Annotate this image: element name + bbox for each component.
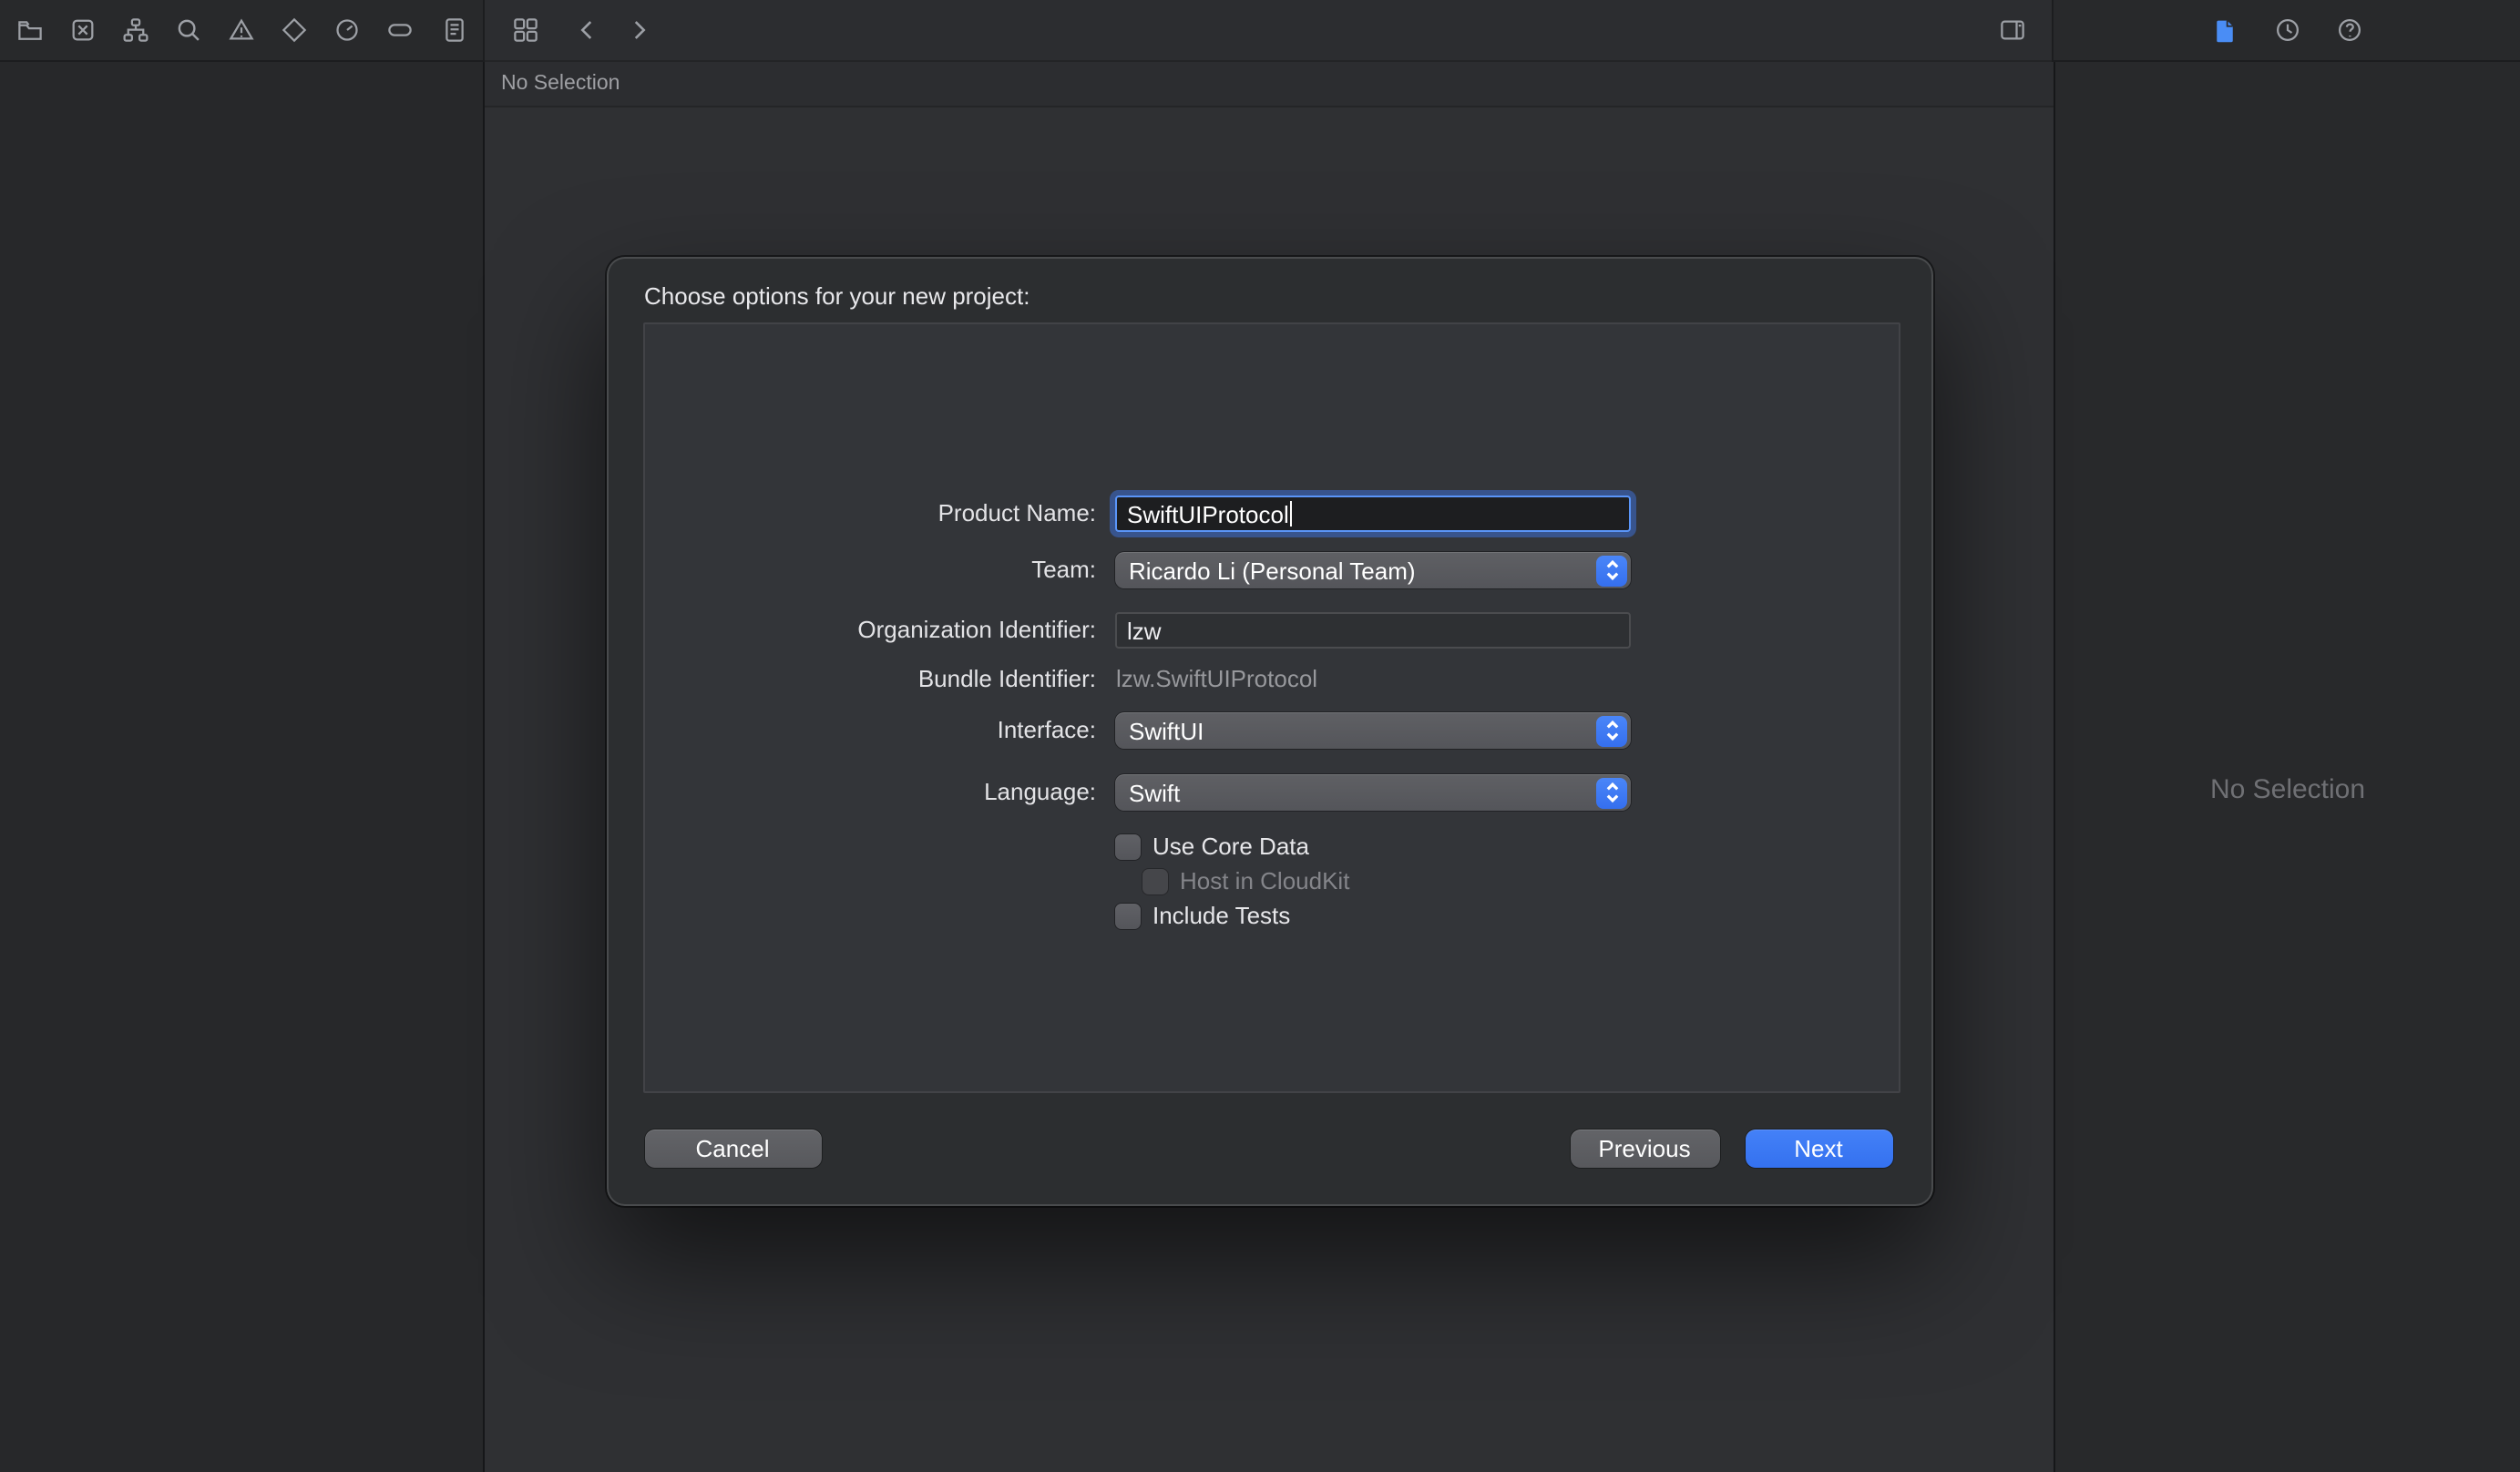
inspector-toolbar [2052,0,2520,62]
host-in-cloudkit-row: Host in CloudKit [644,867,1898,894]
report-doc-icon[interactable] [435,12,472,48]
navigator-sidebar[interactable] [0,62,485,1472]
bundle-identifier-label: Bundle Identifier: [644,661,1096,698]
forward-chevron-icon[interactable] [620,12,656,48]
jump-bar-text: No Selection [501,73,620,95]
capsule-icon[interactable] [383,12,419,48]
interface-row: Interface: SwiftUI [644,712,1898,749]
inspector-toggle-icon[interactable] [1993,12,2030,48]
organization-identifier-row: Organization Identifier: lzw [644,612,1898,649]
include-tests-row: Include Tests [644,902,1898,929]
organization-identifier-input[interactable]: lzw [1114,612,1630,649]
search-icon[interactable] [170,12,207,48]
use-core-data-row: Use Core Data [644,833,1898,860]
editor-grid-icon[interactable] [507,12,543,48]
new-project-options-dialog: Choose options for your new project: Pro… [606,257,1932,1206]
bundle-identifier-value: lzw.SwiftUIProtocol [1114,661,1630,698]
language-row: Language: Swift [644,774,1898,811]
cancel-button[interactable]: Cancel [644,1130,821,1168]
popup-chevrons-icon [1596,555,1627,586]
diamond-icon[interactable] [276,12,312,48]
include-tests-label: Include Tests [1152,902,1290,929]
bundle-identifier-row: Bundle Identifier: lzw.SwiftUIProtocol [644,661,1898,698]
file-icon[interactable] [2207,12,2243,48]
editor-toolbar [485,0,2052,62]
host-in-cloudkit-label: Host in CloudKit [1180,867,1349,894]
popup-chevrons-icon [1596,777,1627,808]
jump-bar[interactable]: No Selection [485,62,2054,107]
inspector-placeholder: No Selection [2210,773,2365,804]
editor-area: No Selection Choose options for your new… [485,62,2054,1472]
back-chevron-icon[interactable] [569,12,605,48]
gauge-icon[interactable] [330,12,366,48]
previous-button[interactable]: Previous [1570,1130,1719,1168]
use-core-data-checkbox[interactable] [1114,833,1140,859]
history-clock-icon[interactable] [2269,12,2305,48]
team-label: Team: [644,552,1096,588]
dialog-title: Choose options for your new project: [608,259,1931,310]
symbol-hierarchy-icon[interactable] [118,12,154,48]
inspector-panel: No Selection [2054,62,2520,1472]
language-label: Language: [644,774,1096,811]
next-button[interactable]: Next [1745,1130,1892,1168]
toolbar [0,0,2520,62]
main-area: No Selection Choose options for your new… [0,62,2520,1472]
popup-chevrons-icon [1596,715,1627,746]
product-name-label: Product Name: [644,496,1096,532]
product-name-row: Product Name: SwiftUIProtocol [644,496,1898,532]
host-in-cloudkit-checkbox[interactable] [1142,868,1167,894]
folder-icon[interactable] [11,12,47,48]
x-square-icon[interactable] [64,12,100,48]
product-name-input[interactable]: SwiftUIProtocol [1114,496,1630,532]
warning-icon[interactable] [223,12,260,48]
help-icon[interactable] [2330,12,2367,48]
text-caret [1291,501,1293,526]
xcode-window: No Selection Choose options for your new… [0,0,2520,1472]
organization-identifier-label: Organization Identifier: [644,612,1096,649]
dialog-button-bar: Cancel Previous Next [644,1130,1892,1168]
options-form: Product Name: SwiftUIProtocol Team: [644,324,1898,929]
include-tests-checkbox[interactable] [1114,903,1140,928]
navigator-tab-bar [0,0,485,62]
interface-popup[interactable]: SwiftUI [1114,712,1630,749]
options-panel: Product Name: SwiftUIProtocol Team: [642,322,1900,1093]
use-core-data-label: Use Core Data [1152,833,1309,860]
team-popup[interactable]: Ricardo Li (Personal Team) [1114,552,1630,588]
interface-label: Interface: [644,712,1096,749]
team-row: Team: Ricardo Li (Personal Team) [644,552,1898,588]
language-popup[interactable]: Swift [1114,774,1630,811]
